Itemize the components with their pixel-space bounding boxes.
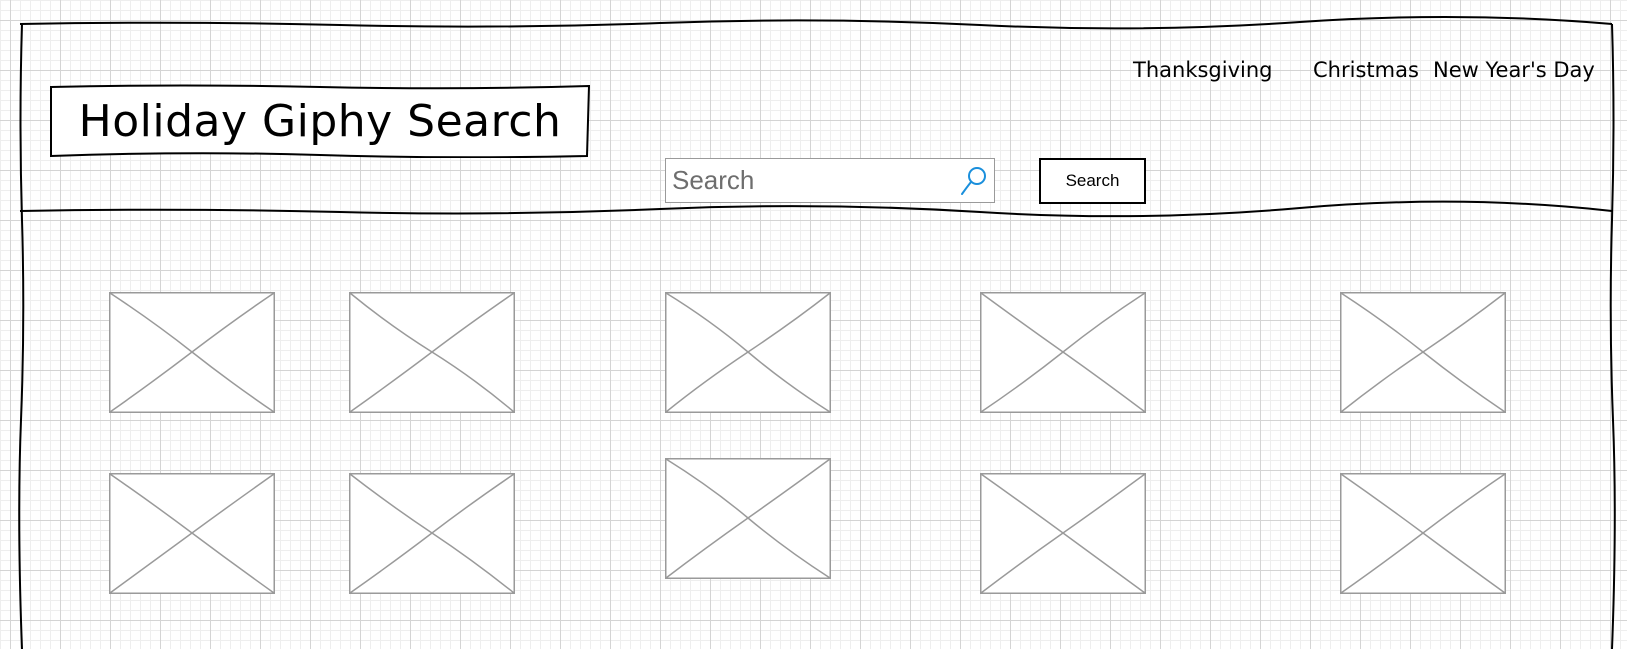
image-placeholder-5[interactable] [1340,292,1506,413]
image-placeholder-3[interactable] [665,292,831,413]
search-icon[interactable] [958,165,988,197]
header-divider [19,200,1613,218]
image-placeholder-7[interactable] [349,473,515,594]
search-button[interactable]: Search [1039,158,1146,204]
image-placeholder-2[interactable] [349,292,515,413]
image-placeholder-icon [109,473,275,594]
image-placeholder-icon [349,473,515,594]
nav-link-new-years-day[interactable]: New Year's Day [1433,58,1595,82]
frame-right-edge [1609,23,1616,649]
frame-left-edge [18,23,25,649]
image-placeholder-10[interactable] [1340,473,1506,594]
search-input[interactable] [666,159,952,201]
image-placeholder-4[interactable] [980,292,1146,413]
image-placeholder-icon [1340,473,1506,594]
image-placeholder-icon [980,473,1146,594]
image-placeholder-icon [109,292,275,413]
page-title-box: Holiday Giphy Search [50,84,590,158]
nav-link-thanksgiving[interactable]: Thanksgiving [1133,58,1272,82]
image-placeholder-9[interactable] [980,473,1146,594]
image-placeholder-8[interactable] [665,458,831,579]
search-field[interactable] [665,158,995,203]
image-placeholder-icon [1340,292,1506,413]
image-placeholder-icon [349,292,515,413]
image-placeholder-icon [980,292,1146,413]
header-frame-top [19,15,1613,30]
page-title: Holiday Giphy Search [78,95,562,147]
image-placeholder-1[interactable] [109,292,275,413]
image-placeholder-6[interactable] [109,473,275,594]
image-placeholder-icon [665,292,831,413]
image-placeholder-icon [665,458,831,579]
nav-link-christmas[interactable]: Christmas [1313,58,1419,82]
